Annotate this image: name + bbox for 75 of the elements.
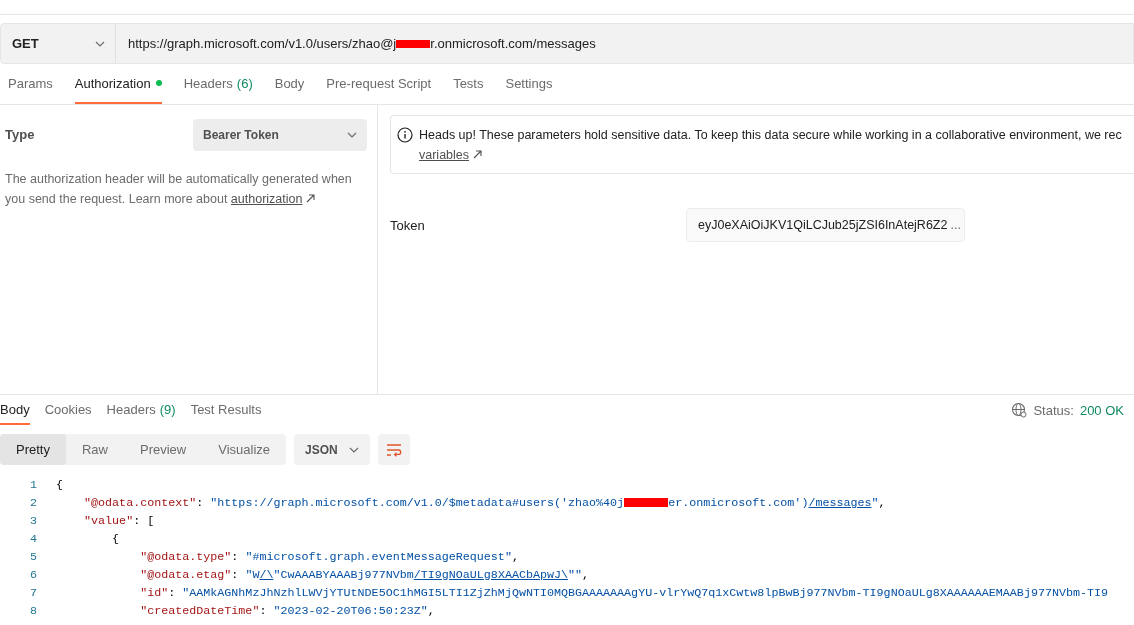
line-number: 4 — [29, 531, 37, 548]
request-tab[interactable]: Tests — [453, 64, 484, 104]
json-key: "id" — [56, 586, 169, 600]
wrap-lines-icon — [386, 442, 403, 457]
json-string: "#microsoft.graph.eventMessageRequest" — [245, 550, 512, 564]
json-punctuation: { — [111, 532, 120, 546]
json-punctuation: , — [511, 550, 519, 564]
line-number: 1 — [29, 477, 37, 494]
json-link[interactable]: /\ — [259, 568, 274, 582]
json-punctuation: , — [878, 496, 886, 510]
request-tab[interactable]: Headers (6) — [183, 64, 253, 104]
json-punctuation: : — [168, 586, 177, 600]
external-link-icon — [473, 150, 483, 159]
json-punctuation: : — [231, 568, 240, 582]
json-punctuation: , — [582, 568, 590, 582]
auth-type-dropdown[interactable]: Bearer Token — [193, 119, 367, 151]
json-key: "createdDateTime" — [56, 604, 260, 618]
chevron-down-icon — [349, 446, 360, 453]
line-number: 5 — [29, 549, 37, 566]
format-dropdown[interactable]: JSON — [294, 434, 371, 465]
line-number: 3 — [29, 513, 37, 530]
chevron-down-icon — [95, 40, 105, 47]
status-label: Status: — [1033, 402, 1074, 418]
json-string: " — [871, 496, 879, 510]
url-field[interactable]: https://graph.microsoft.com/v1.0/users/zhao@j r.onmicrosoft.com/messages — [116, 24, 1133, 63]
view-mode-tab[interactable]: Preview — [124, 434, 203, 465]
view-mode-tab[interactable]: Visualize — [202, 434, 287, 465]
auth-description: The authorization header will be automatically generated when you send the request. Learn more about authorization — [5, 171, 353, 208]
type-label: Type — [5, 126, 35, 142]
request-tab[interactable]: Authorization — [74, 64, 162, 104]
response-tab[interactable]: Test Results — [190, 395, 262, 425]
json-punctuation: : [ — [133, 514, 155, 528]
json-punctuation: : — [259, 604, 268, 618]
wrap-lines-button[interactable] — [378, 434, 411, 465]
line-number: 8 — [29, 603, 37, 620]
external-link-icon — [306, 194, 316, 203]
json-punctuation: : — [231, 550, 240, 564]
request-tab[interactable]: Params — [8, 64, 53, 104]
json-key: "@odata.context" — [56, 496, 197, 510]
line-number: 7 — [29, 585, 37, 602]
docs-link[interactable]: authorization — [230, 192, 303, 206]
json-string: er.onmicrosoft.com') — [668, 496, 809, 510]
status-value: 200 OK — [1079, 402, 1124, 418]
line-number: 6 — [29, 567, 37, 584]
json-punctuation: { — [56, 478, 63, 492]
json-string: "CwAAABYAAABj977NVbm — [273, 568, 414, 582]
chevron-down-icon — [347, 132, 357, 138]
request-tab[interactable]: Settings — [505, 64, 553, 104]
view-mode-tab[interactable]: Pretty — [0, 434, 66, 465]
json-string: "https://graph.microsoft.com/v1.0/$metadata#users('zhao%40j — [210, 496, 625, 510]
line-number: 2 — [29, 495, 37, 512]
json-key: "@odata.etag" — [56, 568, 232, 582]
globe-icon[interactable] — [1011, 402, 1028, 418]
json-link[interactable]: /messages — [808, 496, 872, 510]
token-field[interactable]: eyJ0eXAiOiJKV1QiLCJub25jZSI6InAtejR6Z2 ... — [686, 208, 965, 242]
json-string: "" — [568, 568, 583, 582]
json-link[interactable]: /TI9gNOaULg8XAACbApwJ\ — [413, 568, 569, 582]
json-key: "@odata.type" — [56, 550, 232, 564]
response-tab[interactable]: Body — [0, 395, 30, 425]
request-tab[interactable]: Body — [274, 64, 305, 104]
request-tab[interactable]: Pre-request Script — [326, 64, 432, 104]
variables-link[interactable]: variables — [419, 148, 470, 162]
token-label: Token — [390, 217, 426, 233]
notice-text: Heads up! These parameters hold sensitive data. To keep this data secure while working in a collaborative environment, we rec — [419, 127, 1122, 144]
json-key: "value" — [56, 514, 134, 528]
view-mode-tab[interactable]: Raw — [65, 434, 124, 465]
json-string: "2023-02-20T06:50:23Z" — [273, 604, 428, 618]
response-tab[interactable]: Headers (9) — [106, 395, 176, 425]
json-punctuation: : — [196, 496, 205, 510]
response-tab[interactable]: Cookies — [44, 395, 92, 425]
json-punctuation: , — [427, 604, 435, 618]
method-dropdown[interactable]: GET — [1, 24, 116, 63]
json-string: "AAMkAGNhMzJhNzhlLWVjYTUtNDE5OC1hMGI5LTI1ZjZhMjQwNTI0MQBGAAAAAAAgYU-vlrYwQ7q1xCwtw8lpBwBj977NVbm-TI9gNOaULg8XAAAAAAEMAABj977NVbm-TI9 — [182, 586, 1109, 600]
json-string: "W — [245, 568, 260, 582]
info-icon — [397, 127, 413, 143]
